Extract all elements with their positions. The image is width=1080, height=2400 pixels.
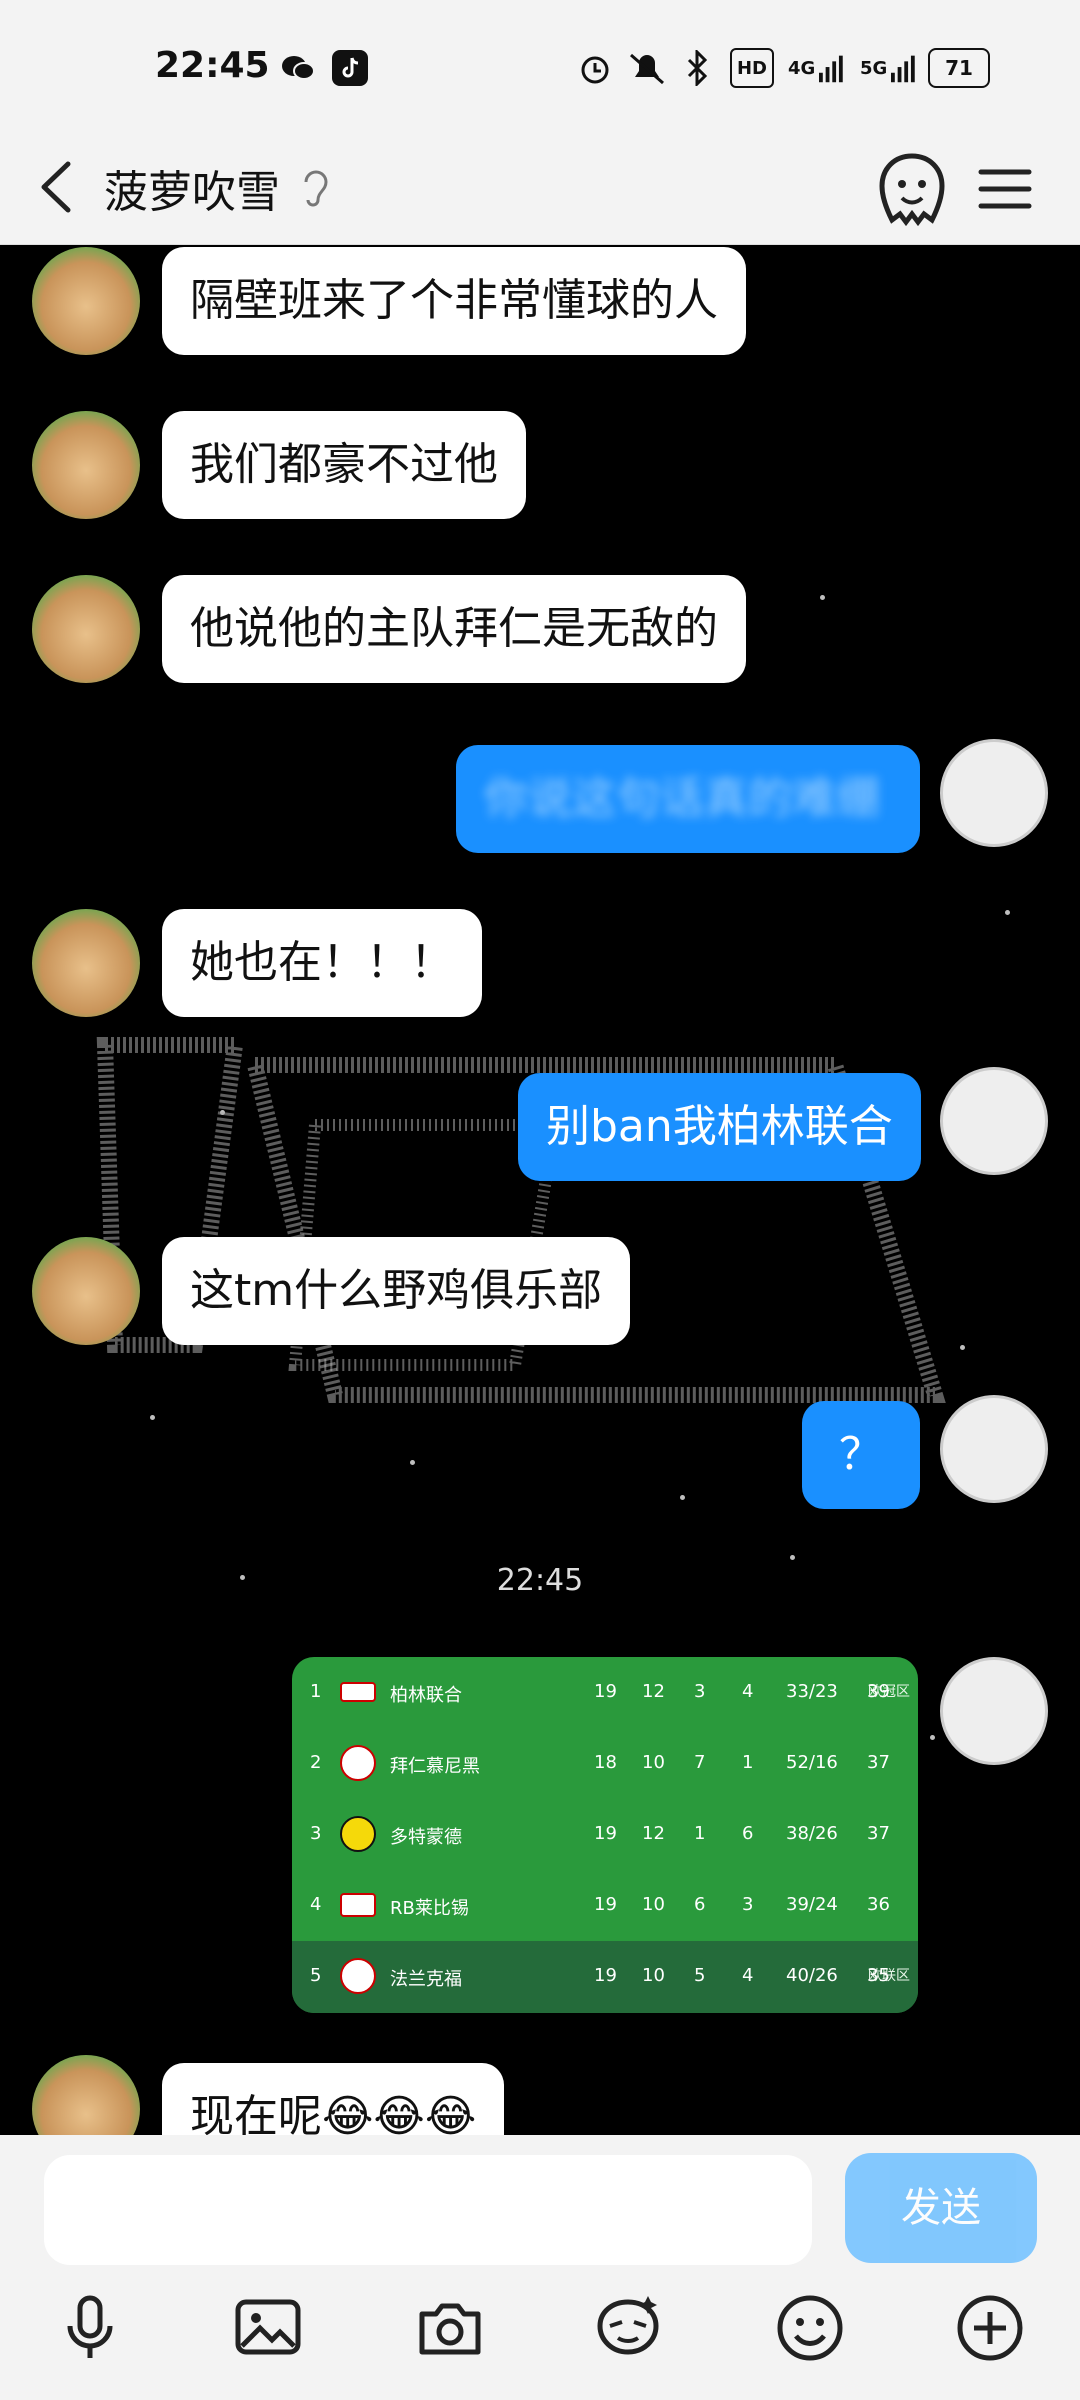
message-bubble-out[interactable]: ？ <box>802 1401 920 1509</box>
self-avatar[interactable] <box>940 739 1048 847</box>
bluetooth-icon <box>682 48 712 88</box>
send-button[interactable]: 发送 <box>845 2153 1037 2263</box>
signal-4g: 4G <box>788 48 844 88</box>
ghost-avatar-icon[interactable] <box>872 148 952 228</box>
chat-timestamp: 22:45 <box>496 1563 584 1598</box>
message-bubble-in[interactable]: 这tm什么野鸡俱乐部 <box>162 1237 631 1345</box>
contact-avatar[interactable] <box>32 2055 140 2135</box>
sticker-icon[interactable] <box>590 2290 666 2366</box>
message-bubble-out[interactable]: 别ban我柏林联合 <box>518 1073 921 1181</box>
self-avatar[interactable] <box>940 1395 1048 1503</box>
emoji-icon[interactable] <box>772 2290 848 2366</box>
self-avatar[interactable] <box>940 1657 1048 1765</box>
team-crest-icon <box>340 1958 376 1994</box>
message-bubble-in[interactable]: 他说他的主队拜仁是无敌的 <box>162 575 746 683</box>
contact-avatar[interactable] <box>32 575 140 683</box>
ear-icon <box>298 164 334 214</box>
tiktok-icon <box>330 48 370 88</box>
alarm-icon <box>575 48 615 88</box>
mute-icon <box>625 48 669 88</box>
standings-row: 3 多特蒙德 19 12 1 6 38/26 37 <box>292 1799 918 1870</box>
blurred-message-text: 你说这句话真的难绷 <box>484 773 880 824</box>
standings-row: 4 RB莱比锡 19 10 6 3 39/24 36 <box>310 1893 890 1919</box>
back-button[interactable] <box>30 152 90 222</box>
team-crest-icon <box>340 1893 376 1917</box>
contact-avatar[interactable] <box>32 411 140 519</box>
self-avatar[interactable] <box>940 1067 1048 1175</box>
signal-5g: 5G <box>860 48 916 88</box>
team-crest-icon <box>340 1816 376 1852</box>
chat-area[interactable]: 隔壁班来了个非常懂球的人 我们都豪不过他 他说他的主队拜仁是无敌的 你说这句话真… <box>0 245 1080 2135</box>
team-crest-icon <box>340 1745 376 1781</box>
status-bar: 22:45 HD 4G 5G 71 <box>0 0 1080 130</box>
message-bubble-in[interactable]: 我们都豪不过他 <box>162 411 526 519</box>
chat-title: 菠萝吹雪 <box>104 167 280 218</box>
chat-header: 菠萝吹雪 <box>0 130 1080 245</box>
status-time: 22:45 <box>155 45 270 86</box>
message-bubble-in[interactable]: 现在呢😂😂😂 <box>162 2063 505 2135</box>
menu-icon[interactable] <box>975 154 1035 224</box>
standings-row: 欧联区 5 法兰克福 19 10 5 4 40/26 35 <box>292 1941 918 2013</box>
contact-avatar[interactable] <box>32 1237 140 1345</box>
hd-badge: HD <box>730 48 774 88</box>
standings-image[interactable]: 欧冠区 1 柏林联合 19 12 3 4 33/23 39 2 拜仁慕尼黑 18… <box>292 1657 918 2013</box>
battery-indicator: 71 <box>928 48 990 88</box>
camera-icon[interactable] <box>412 2290 488 2366</box>
message-bubble-in[interactable]: 隔壁班来了个非常懂球的人 <box>162 247 746 355</box>
image-icon[interactable] <box>230 2290 306 2366</box>
message-input[interactable] <box>44 2155 812 2265</box>
message-bubble-out[interactable]: 你说这句话真的难绷 <box>456 745 920 853</box>
microphone-icon[interactable] <box>52 2290 128 2366</box>
standings-row: 2 拜仁慕尼黑 18 10 7 1 52/16 37 <box>292 1728 918 1799</box>
wechat-icon <box>278 48 318 88</box>
contact-avatar[interactable] <box>32 909 140 1017</box>
plus-icon[interactable] <box>952 2290 1028 2366</box>
message-bubble-in[interactable]: 她也在！！！ <box>162 909 482 1017</box>
input-bar: 发送 <box>0 2135 1080 2400</box>
standings-row: 欧冠区 1 柏林联合 19 12 3 4 33/23 39 <box>310 1681 910 1706</box>
team-crest-icon <box>340 1682 376 1702</box>
contact-avatar[interactable] <box>32 247 140 355</box>
